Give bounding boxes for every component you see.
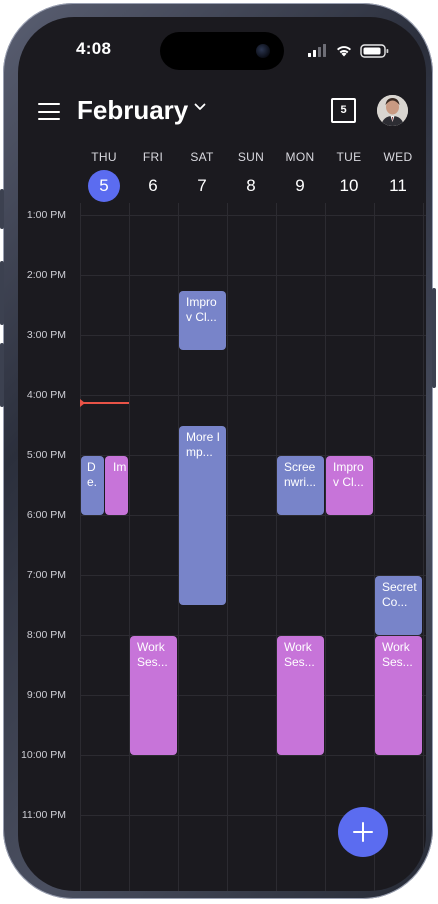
- hour-gridline: [80, 755, 426, 756]
- event-block[interactable]: Work Ses...: [130, 636, 177, 755]
- today-date-number: 5: [88, 170, 120, 202]
- hour-gridline: [80, 395, 426, 396]
- day-of-week-label: FRI: [142, 150, 164, 164]
- day-header-mon[interactable]: MON 9: [276, 150, 324, 202]
- event-block[interactable]: Im: [105, 456, 128, 515]
- date-number: 11: [389, 176, 407, 195]
- column-divider: [129, 203, 130, 891]
- date-number: 10: [339, 176, 359, 195]
- time-label: 6:00 PM: [26, 509, 66, 521]
- hamburger-icon[interactable]: [38, 103, 60, 121]
- camera-icon: [256, 44, 270, 58]
- app-bar: February 5: [18, 93, 426, 143]
- date-number: 9: [295, 176, 305, 195]
- day-header-sat[interactable]: SAT 7: [178, 150, 226, 202]
- hour-gridline: [80, 455, 426, 456]
- hour-gridline: [80, 215, 426, 216]
- event-block[interactable]: Secret Co...: [375, 576, 422, 635]
- avatar[interactable]: [377, 95, 408, 126]
- event-block[interactable]: Scree nwri...: [277, 456, 324, 515]
- month-title[interactable]: February: [77, 95, 188, 126]
- date-number: 7: [197, 176, 207, 195]
- column-divider: [423, 203, 424, 891]
- event-block[interactable]: Impro v Cl...: [179, 291, 226, 350]
- battery-icon: [360, 44, 389, 58]
- volume-up-button: [0, 261, 4, 325]
- day-header-sun[interactable]: SUN 8: [227, 150, 275, 202]
- time-label: 11:00 PM: [21, 809, 66, 821]
- add-event-button[interactable]: [338, 807, 388, 857]
- date-number: 8: [246, 176, 256, 195]
- time-label: 9:00 PM: [26, 689, 66, 701]
- week-grid[interactable]: 1:00 PM 2:00 PM 3:00 PM 4:00 PM 5:00 PM 6:00 …: [18, 203, 426, 891]
- time-label: 4:00 PM: [26, 389, 66, 401]
- wifi-icon: [337, 46, 351, 57]
- column-divider: [325, 203, 326, 891]
- event-block[interactable]: More Imp...: [179, 426, 226, 605]
- event-block[interactable]: Impro v Cl...: [326, 456, 373, 515]
- screen: 4:08 February 5 THU 5 FRI 6 SAT 7 SUN 8 …: [18, 17, 426, 891]
- signal-icon: [308, 44, 326, 57]
- time-label: 7:00 PM: [26, 569, 66, 581]
- day-of-week-label: THU: [91, 150, 117, 164]
- current-time-line: [81, 402, 129, 404]
- day-header-wed[interactable]: WED 11: [374, 150, 422, 202]
- time-label: 8:00 PM: [26, 629, 66, 641]
- power-button: [432, 288, 436, 388]
- status-icons: [308, 43, 398, 64]
- hour-gridline: [80, 515, 426, 516]
- event-block[interactable]: Work Ses...: [375, 636, 422, 755]
- event-block[interactable]: Work Ses...: [277, 636, 324, 755]
- time-label: 5:00 PM: [26, 449, 66, 461]
- chevron-down-icon[interactable]: [194, 103, 206, 111]
- day-of-week-label: MON: [285, 150, 315, 164]
- current-time-marker: [80, 399, 85, 407]
- day-of-week-label: WED: [383, 150, 413, 164]
- day-of-week-label: TUE: [336, 150, 362, 164]
- time-label: 10:00 PM: [21, 749, 66, 761]
- date-number: 6: [148, 176, 158, 195]
- column-divider: [80, 203, 81, 891]
- time-label: 1:00 PM: [26, 209, 66, 221]
- column-divider: [227, 203, 228, 891]
- day-header-fri[interactable]: FRI 6: [129, 150, 177, 202]
- time-label: 3:00 PM: [26, 329, 66, 341]
- hour-gridline: [80, 575, 426, 576]
- status-time: 4:08: [76, 39, 112, 58]
- hour-gridline: [80, 275, 426, 276]
- dynamic-island: [160, 32, 284, 70]
- day-of-week-label: SUN: [237, 150, 265, 164]
- column-divider: [276, 203, 277, 891]
- event-block[interactable]: De.: [81, 456, 104, 515]
- day-header-thu[interactable]: THU 5: [80, 150, 128, 202]
- day-header-tue[interactable]: TUE 10: [325, 150, 373, 202]
- calendar-today-icon[interactable]: 5: [331, 98, 356, 123]
- phone-frame: 4:08 February 5 THU 5 FRI 6 SAT 7 SUN 8 …: [0, 3, 436, 899]
- day-of-week-label: SAT: [190, 150, 214, 164]
- column-divider: [374, 203, 375, 891]
- time-label: 2:00 PM: [26, 269, 66, 281]
- action-button: [0, 189, 4, 229]
- volume-down-button: [0, 343, 4, 407]
- hour-gridline: [80, 335, 426, 336]
